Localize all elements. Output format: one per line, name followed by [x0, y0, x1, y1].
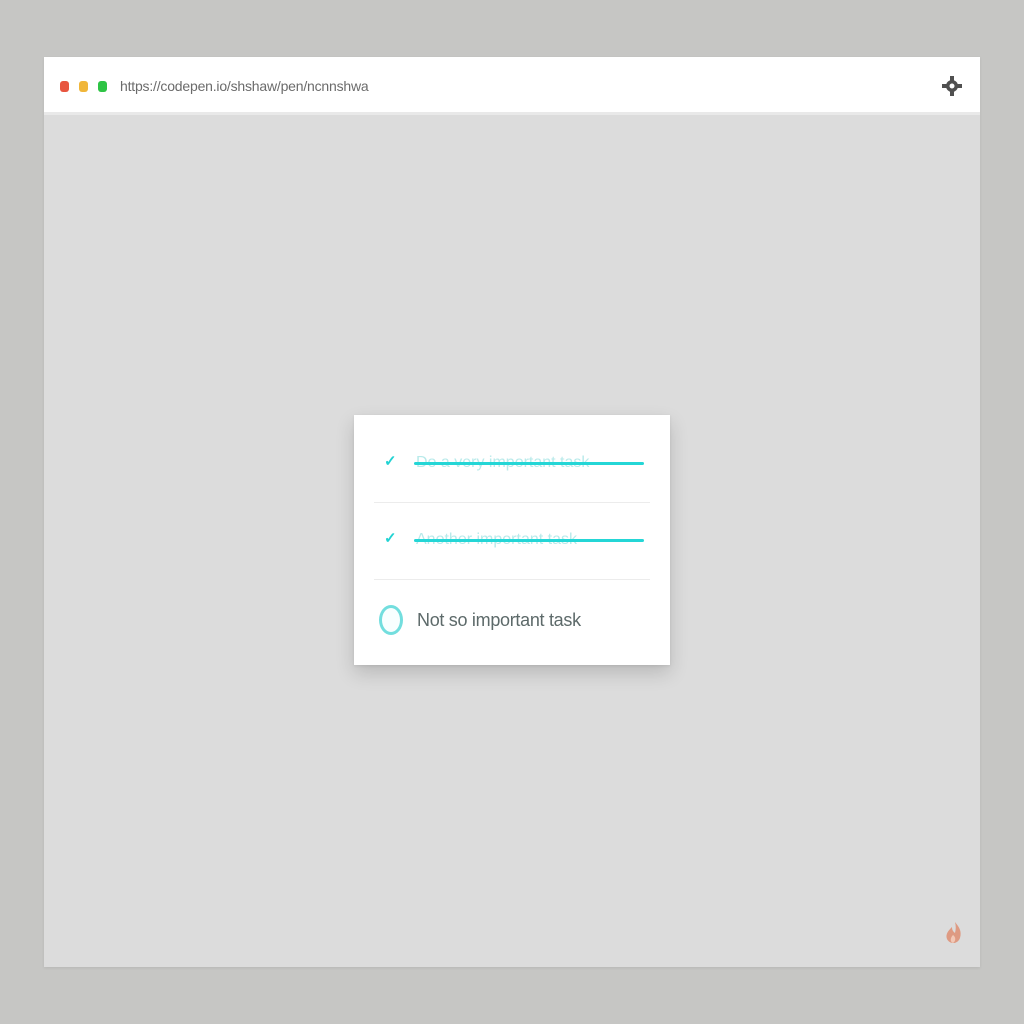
gear-icon[interactable]: [940, 74, 964, 98]
todo-checkbox[interactable]: [379, 605, 403, 635]
todo-item[interactable]: Not so important task: [374, 579, 650, 656]
flame-icon[interactable]: [944, 921, 964, 947]
zoom-window-button[interactable]: [98, 81, 107, 92]
todo-item[interactable]: ✓ Another important task: [374, 502, 650, 579]
close-window-button[interactable]: [60, 81, 69, 92]
address-bar-url[interactable]: https://codepen.io/shshaw/pen/ncnnshwa: [120, 77, 369, 95]
todo-item-label: Not so important task: [417, 610, 581, 630]
checkmark-icon[interactable]: ✓: [384, 530, 397, 548]
browser-window: https://codepen.io/shshaw/pen/ncnnshwa ✓…: [44, 57, 980, 967]
todo-item[interactable]: ✓ Do a very important task: [374, 425, 650, 502]
strikethrough-line: [414, 462, 644, 465]
minimize-window-button[interactable]: [79, 81, 88, 92]
todo-card: ✓ Do a very important task ✓ Another imp…: [354, 415, 670, 665]
strikethrough-line: [414, 539, 644, 542]
browser-title-bar: https://codepen.io/shshaw/pen/ncnnshwa: [44, 57, 980, 115]
checkmark-icon[interactable]: ✓: [384, 453, 397, 471]
